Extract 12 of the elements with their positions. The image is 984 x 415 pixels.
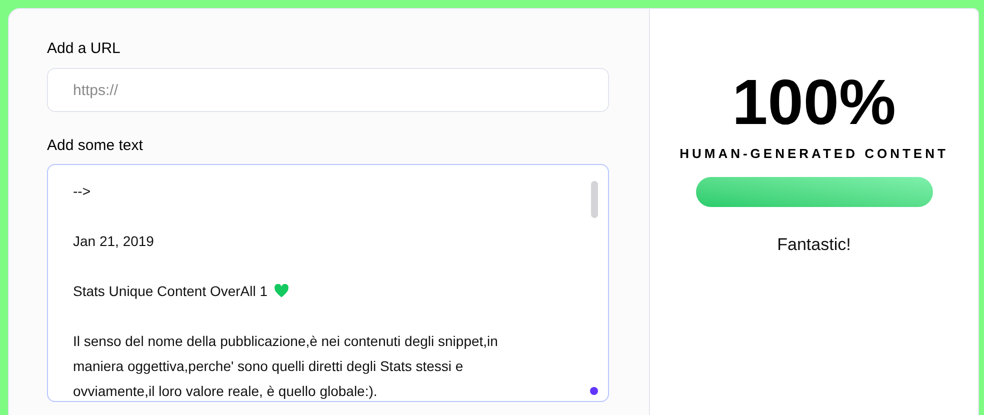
text-area-field[interactable]	[47, 164, 609, 402]
text-paragraph: Il senso del nome della pubblicazione,è nei contenuti degli snippet,in maniera oggettiva,perche' sono quelli diretti degli Stats stessi e ovviamente,il loro valore reale, è quello globale:).	[73, 333, 498, 399]
score-text: 100%	[732, 65, 896, 140]
text-paragraph: Stats Unique Content OverAll 1	[73, 283, 268, 299]
text-label: Add some text	[47, 136, 143, 156]
scrollbar-thumb[interactable]	[591, 181, 598, 218]
text-paragraph: -->	[73, 183, 90, 199]
caption-text: HUMAN-GENERATED CONTENT	[680, 145, 948, 163]
url-label: Add a URL	[47, 39, 120, 59]
url-input-field[interactable]: https://	[47, 68, 609, 112]
text-paragraph: Jan 21, 2019	[73, 233, 154, 249]
verdict-text: Fantastic!	[777, 234, 851, 256]
